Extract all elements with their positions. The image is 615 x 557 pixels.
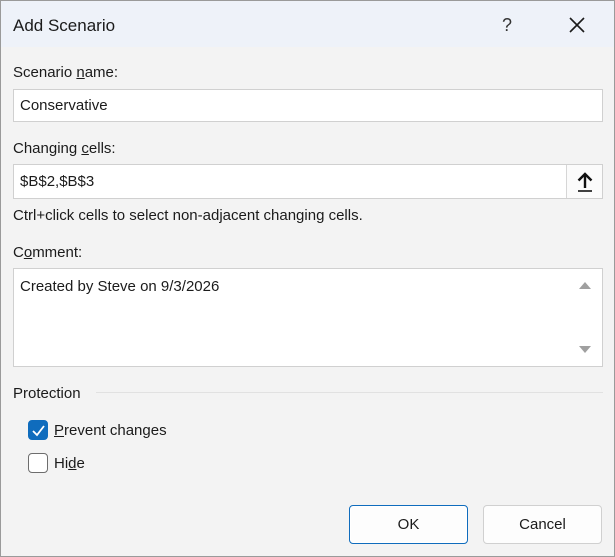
checkmark-icon xyxy=(32,425,45,437)
changing-cells-label: Changing cells: xyxy=(13,140,116,157)
arrow-up-icon xyxy=(577,172,592,192)
hide-label-post: e xyxy=(76,455,85,472)
prevent-changes-label[interactable]: Prevent changes xyxy=(54,422,167,439)
comment-textarea[interactable]: Created by Steve on 9/3/2026 xyxy=(13,268,603,367)
prevent-changes-label-key: P xyxy=(54,422,65,439)
title-bar: Add Scenario ? xyxy=(1,1,614,47)
protection-divider xyxy=(96,392,603,393)
changing-cells-label-post: ells: xyxy=(88,140,116,157)
comment-label-pre: C xyxy=(13,244,24,261)
comment-label: Comment: xyxy=(13,244,82,261)
hide-label-key: d xyxy=(68,455,77,472)
collapse-dialog-button[interactable] xyxy=(566,165,602,198)
comment-label-key: o xyxy=(23,244,33,261)
changing-cells-value: $B$2,$B$3 xyxy=(20,173,95,190)
prevent-changes-checkbox[interactable] xyxy=(28,420,48,440)
comment-value: Created by Steve on 9/3/2026 xyxy=(20,278,220,295)
cancel-button[interactable]: Cancel xyxy=(483,505,602,544)
scenario-name-label-pre: Scenario xyxy=(13,64,77,81)
changing-cells-hint: Ctrl+click cells to select non-adjacent … xyxy=(13,207,363,224)
ok-button[interactable]: OK xyxy=(349,505,468,544)
hide-label-pre: Hi xyxy=(54,455,69,472)
changing-cells-label-key: c xyxy=(81,140,89,157)
help-button[interactable]: ? xyxy=(492,9,522,41)
scenario-name-label-key: n xyxy=(76,64,85,81)
scenario-name-label-post: ame: xyxy=(84,64,119,81)
scenario-name-input[interactable]: Conservative xyxy=(13,89,603,122)
comment-label-post: mment: xyxy=(32,244,83,261)
protection-heading: Protection xyxy=(13,385,81,402)
add-scenario-dialog: Add Scenario ? Scenario name: Conservati… xyxy=(0,0,615,557)
scenario-name-label: Scenario name: xyxy=(13,64,118,81)
scenario-name-value: Conservative xyxy=(20,97,108,114)
hide-label[interactable]: Hide xyxy=(54,455,85,472)
close-button[interactable] xyxy=(559,9,595,41)
scroll-up-arrow-icon[interactable] xyxy=(578,279,592,291)
scroll-down-arrow-icon[interactable] xyxy=(578,344,592,356)
changing-cells-label-pre: Changing xyxy=(13,140,82,157)
hide-checkbox[interactable] xyxy=(28,453,48,473)
prevent-changes-label-post: revent changes xyxy=(64,422,167,439)
close-icon xyxy=(569,17,585,33)
dialog-title: Add Scenario xyxy=(13,16,116,35)
changing-cells-input[interactable]: $B$2,$B$3 xyxy=(13,164,603,199)
